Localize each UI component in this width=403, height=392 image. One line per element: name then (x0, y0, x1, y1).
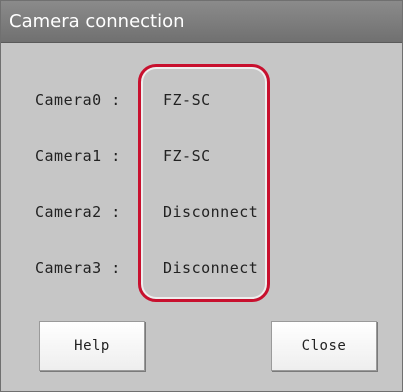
camera2-label: Camera2 : (35, 203, 121, 221)
dialog-body: Camera0 : FZ-SC Camera1 : FZ-SC Camera2 … (1, 43, 402, 391)
camera0-label: Camera0 : (35, 91, 121, 109)
close-button[interactable]: Close (271, 321, 377, 371)
camera-connection-dialog: Camera connection Camera0 : FZ-SC Camera… (0, 0, 403, 392)
dialog-title: Camera connection (9, 11, 185, 32)
help-button[interactable]: Help (39, 321, 145, 371)
camera3-label: Camera3 : (35, 259, 121, 277)
camera-values-highlight (138, 64, 270, 302)
camera1-label: Camera1 : (35, 147, 121, 165)
dialog-titlebar: Camera connection (1, 1, 402, 43)
